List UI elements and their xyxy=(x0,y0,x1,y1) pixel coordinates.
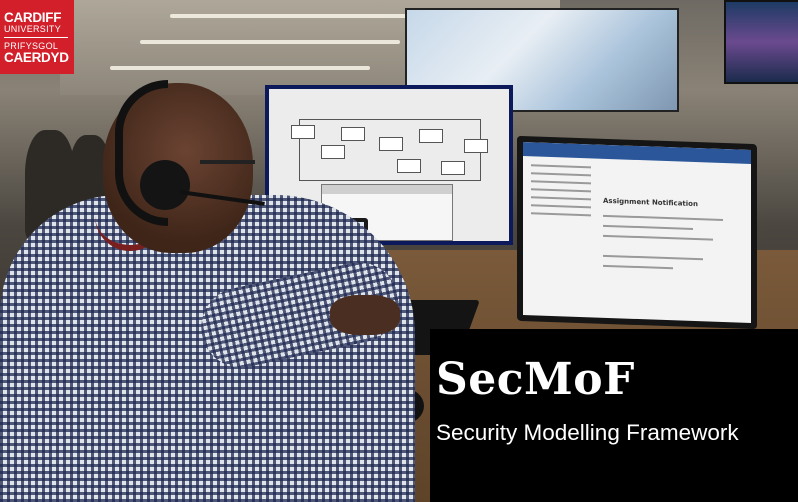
ceiling-light xyxy=(110,66,370,70)
wall-display-right xyxy=(724,0,798,84)
man-hand xyxy=(330,295,400,335)
logo-line-2: UNIVERSITY xyxy=(4,23,62,34)
email-monitor: Assignment Notification xyxy=(517,135,757,330)
photo-scene: Assignment Notification CARDIFF UNIVERSI… xyxy=(0,0,798,502)
ceiling-light xyxy=(170,14,420,18)
ceiling-light xyxy=(140,40,400,44)
glasses xyxy=(200,160,255,184)
banner-title: SecMoF xyxy=(436,354,635,405)
cardiff-university-logo: CARDIFF UNIVERSITY PRIFYSGOL CAERDYD xyxy=(0,0,74,74)
banner-subtitle: Security Modelling Framework xyxy=(436,420,739,445)
logo-line-4: CAERDYD xyxy=(4,49,69,65)
logo-line-3: PRIFYSGOL xyxy=(4,40,59,51)
email-heading: Assignment Notification xyxy=(603,196,698,209)
logo-line-1: CARDIFF xyxy=(4,9,62,25)
headset-earcup xyxy=(140,160,190,210)
logo-rule xyxy=(4,36,68,38)
